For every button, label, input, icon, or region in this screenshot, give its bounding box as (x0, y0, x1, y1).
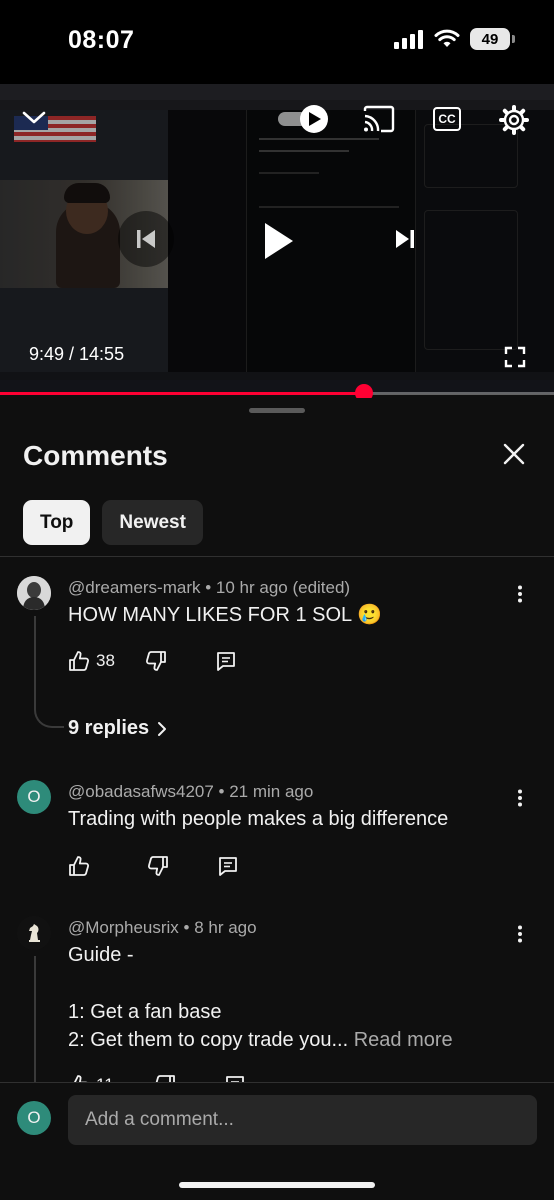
battery-icon: 49 (470, 28, 515, 50)
thumbs-down-icon (145, 651, 166, 671)
cellular-signal-icon (394, 30, 423, 49)
tab-top[interactable]: Top (23, 500, 91, 545)
wifi-icon (434, 29, 460, 47)
drag-handle[interactable] (249, 408, 305, 413)
thumbs-up-icon (69, 856, 90, 876)
comment-text: HOW MANY LIKES FOR 1 SOL 🥲 (68, 604, 382, 626)
close-icon (503, 443, 525, 465)
divider (0, 556, 554, 557)
autoplay-toggle[interactable] (276, 102, 330, 136)
more-vertical-icon (518, 789, 522, 807)
comment-menu-button[interactable] (508, 922, 532, 946)
video-progress-fill (0, 392, 364, 395)
cast-button[interactable] (362, 104, 396, 134)
comment-text-line: Guide - (68, 944, 134, 966)
comment-text-last-line: 2: Get them to copy trade you... Read mo… (68, 1026, 453, 1054)
more-vertical-icon (518, 925, 522, 943)
minimize-button[interactable] (20, 106, 48, 130)
cast-icon (363, 105, 395, 133)
comment-meta: @dreamers-mark • 10 hr ago (edited) (68, 578, 351, 597)
settings-button[interactable] (498, 104, 530, 136)
comment-actions: 38 (68, 648, 237, 674)
comment-menu-button[interactable] (508, 582, 532, 606)
video-progress-bar[interactable] (0, 384, 554, 402)
comment-text-line: 1: Get a fan base (68, 1001, 222, 1023)
battery-level: 49 (481, 30, 499, 48)
thumbs-up-icon (69, 651, 90, 671)
like-button[interactable] (68, 855, 90, 877)
video-time: 9:49 / 14:55 (29, 344, 125, 364)
user-avatar-icon (17, 576, 51, 610)
status-bar: 08:07 49 (0, 0, 554, 84)
autoplay-toggle-icon (278, 105, 328, 133)
next-icon (396, 230, 414, 248)
reply-comment-icon (217, 652, 235, 671)
settings-gear-icon (499, 105, 529, 135)
replies-label: 9 replies (68, 717, 150, 739)
comment-meta: @Morpheusrix • 8 hr ago (68, 918, 257, 937)
close-comments-button[interactable] (500, 440, 528, 468)
comment-text-line: 2: Get them to copy trade you... (68, 1029, 349, 1051)
avatar[interactable]: O (17, 780, 51, 814)
current-user-avatar: O (17, 1101, 51, 1135)
home-indicator[interactable] (179, 1182, 375, 1188)
play-button[interactable] (253, 216, 303, 266)
comment-sort-tabs: Top Newest (23, 500, 203, 545)
status-time: 08:07 (68, 26, 135, 54)
view-replies-button[interactable]: 9 replies (68, 717, 167, 740)
thread-line (34, 956, 36, 1082)
reply-comment-icon (219, 857, 237, 876)
comment-actions (68, 853, 239, 879)
tab-newest[interactable]: Newest (102, 500, 203, 545)
video-player[interactable]: CC 9:49 / 14:55 (0, 84, 554, 394)
thumbs-down-icon (147, 856, 168, 876)
reply-button[interactable] (217, 855, 239, 877)
read-more-link[interactable]: Read more (354, 1029, 453, 1051)
add-comment-input[interactable]: Add a comment... (68, 1095, 537, 1145)
captions-button[interactable]: CC (432, 106, 462, 132)
avatar-letter: O (27, 787, 41, 806)
chess-knight-avatar-icon (17, 916, 51, 950)
comments-panel: Comments Top Newest @dreamers-mark • 10 … (0, 398, 554, 1200)
next-button[interactable] (390, 224, 420, 254)
thread-connector (34, 704, 64, 728)
chevron-right-icon (158, 721, 167, 736)
comment-meta: @obadasafws4207 • 21 min ago (68, 782, 314, 801)
dislike-button[interactable] (147, 855, 169, 877)
captions-icon: CC (433, 107, 461, 131)
like-count: 38 (96, 651, 115, 670)
status-icons: 49 (394, 28, 515, 50)
previous-icon (137, 230, 155, 248)
previous-button[interactable] (118, 211, 174, 267)
comment-text: Trading with people makes a big differen… (68, 808, 449, 830)
comment-menu-button[interactable] (508, 786, 532, 810)
dislike-button[interactable] (145, 650, 167, 672)
fullscreen-button[interactable] (502, 344, 528, 370)
avatar[interactable] (17, 916, 51, 950)
thread-line (34, 616, 36, 704)
comments-title: Comments (23, 440, 168, 471)
reply-button[interactable] (215, 650, 237, 672)
fullscreen-icon (504, 346, 526, 368)
more-vertical-icon (518, 585, 522, 603)
avatar-letter: O (27, 1108, 41, 1127)
avatar[interactable] (17, 576, 51, 610)
like-button[interactable]: 38 (68, 650, 115, 672)
chevron-down-icon (22, 111, 46, 124)
play-icon (265, 223, 293, 259)
